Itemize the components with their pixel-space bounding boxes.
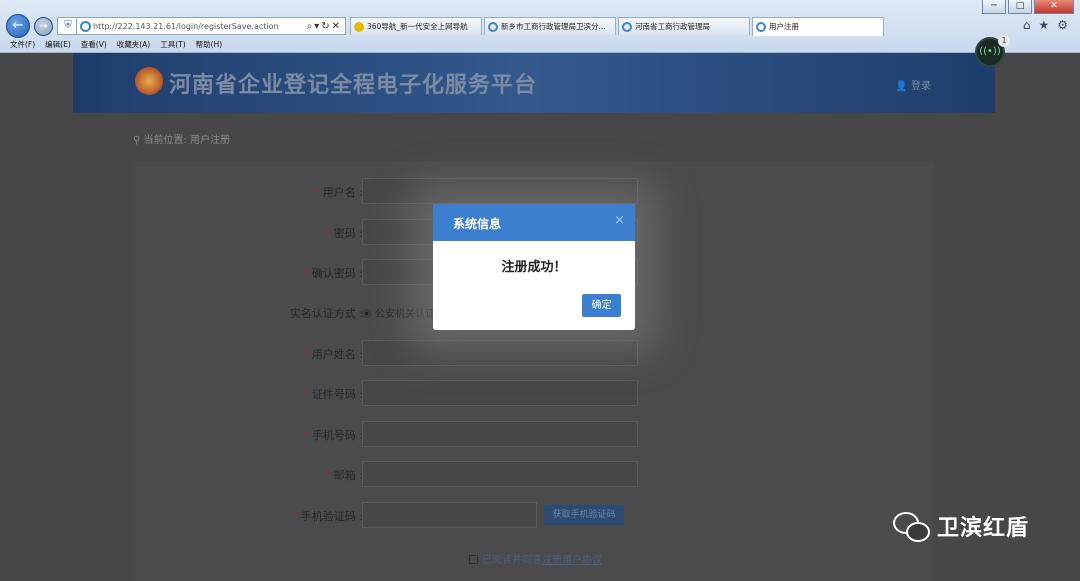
phone-input[interactable]	[362, 421, 638, 447]
dialog-message: 注册成功！	[501, 260, 567, 275]
dialog-header: 系统信息 ×	[433, 204, 635, 241]
radio-selected-icon	[362, 309, 371, 318]
address-tools[interactable]: ⌕▾↻✕	[307, 18, 342, 36]
site-header: 河南省企业登记全程电子化服务平台 👤 登录	[73, 53, 995, 113]
row-phone: * 手机号码 :	[133, 421, 653, 447]
menu-file[interactable]: 文件(F)	[10, 38, 35, 52]
wechat-icon	[893, 510, 931, 542]
password-label: 密码 :	[333, 227, 363, 240]
username-input[interactable]	[362, 178, 638, 204]
nav-buttons: ← → ⛨	[6, 14, 79, 38]
tab-360-nav[interactable]: 360导航_新一代安全上网导航	[350, 17, 482, 35]
username-label: 用户名 :	[322, 186, 363, 199]
close-window-button[interactable]: ✕	[1034, 0, 1074, 14]
site-title: 河南省企业登记全程电子化服务平台	[169, 73, 538, 98]
dialog-title: 系统信息	[453, 217, 502, 231]
tab-register[interactable]: 用户注册	[752, 17, 884, 36]
tab-xinxiang[interactable]: 新乡市工商行政管理局卫滨分...	[484, 17, 616, 35]
ie-icon	[756, 22, 766, 32]
system-info-dialog: 系统信息 × 注册成功！ 确定	[433, 204, 635, 330]
row-username: * 用户名 :	[133, 178, 653, 204]
confirm-button[interactable]: 确定	[582, 294, 621, 317]
agree-text: 已阅读并同意	[482, 555, 542, 566]
close-icon[interactable]: ×	[614, 213, 625, 228]
email-label: 邮箱 :	[333, 469, 363, 482]
tab-strip: 360导航_新一代安全上网导航 新乡市工商行政管理局卫滨分... 河南省工商行政…	[350, 17, 884, 36]
location-pin-icon: ⚲	[133, 135, 141, 146]
auth-method-label: 实名认证方式 :	[289, 307, 363, 320]
user-icon: 👤	[895, 81, 908, 92]
ie-icon	[488, 22, 498, 32]
watermark-text: 卫滨红盾	[937, 516, 1030, 541]
agree-checkbox[interactable]	[469, 555, 478, 564]
browser-chrome: ─ □ ✕ ← → ⛨ http://222.143.21.61/login/r…	[0, 0, 1080, 53]
auth-radio-police[interactable]: 公安机关认证	[362, 305, 435, 320]
id-number-input[interactable]	[362, 380, 638, 406]
emblem-icon	[135, 67, 163, 95]
maximize-button[interactable]: □	[1008, 0, 1032, 14]
menu-edit[interactable]: 编辑(E)	[45, 38, 71, 52]
home-icon[interactable]: ⌂	[1023, 18, 1031, 32]
forward-button[interactable]: →	[34, 16, 53, 36]
notification-badge: 1	[998, 35, 1010, 47]
confirm-password-label: 确认密码 :	[311, 267, 363, 280]
sms-code-input[interactable]	[362, 502, 537, 528]
minimize-button[interactable]: ─	[982, 0, 1006, 14]
star-icon[interactable]: ★	[1038, 18, 1049, 32]
row-id-number: * 证件号码 :	[133, 380, 653, 406]
gear-icon[interactable]: ⚙	[1057, 18, 1068, 32]
window-controls: ─ □ ✕	[982, 0, 1074, 14]
menu-favorites[interactable]: 收藏夹(A)	[117, 38, 150, 52]
real-name-input[interactable]	[362, 340, 638, 366]
menu-view[interactable]: 查看(V)	[81, 38, 107, 52]
tab-henan[interactable]: 河南省工商行政管理局	[618, 17, 750, 35]
row-email: * 邮箱 :	[133, 461, 653, 487]
menu-help[interactable]: 帮助(H)	[196, 38, 223, 52]
phone-label: 手机号码 :	[311, 429, 363, 442]
real-name-label: 用户姓名 :	[311, 348, 363, 361]
address-bar[interactable]: http://222.143.21.61/login/registerSave.…	[76, 17, 346, 35]
menu-tools[interactable]: 工具(T)	[160, 38, 185, 52]
sms-code-label: 手机验证码 :	[300, 510, 363, 523]
agreement: 已阅读并同意注册用户协议	[469, 551, 602, 566]
login-link[interactable]: 👤 登录	[895, 77, 931, 92]
ie-icon	[80, 21, 91, 32]
row-real-name: * 用户姓名 :	[133, 340, 653, 366]
360-icon	[354, 22, 364, 32]
row-sms-code: * 手机验证码 : 获取手机验证码	[133, 502, 653, 528]
breadcrumb: ⚲ 当前位置: 用户注册	[133, 135, 231, 146]
agreement-link[interactable]: 注册用户协议	[542, 555, 602, 566]
watermark: 卫滨红盾	[893, 510, 1029, 542]
browser-tools: ⌂ ★ ⚙	[1023, 18, 1068, 32]
email-input[interactable]	[362, 461, 638, 487]
address-text: http://222.143.21.61/login/registerSave.…	[93, 22, 279, 31]
id-number-label: 证件号码 :	[311, 388, 363, 401]
back-button[interactable]: ←	[6, 14, 30, 38]
menu-bar: 文件(F) 编辑(E) 查看(V) 收藏夹(A) 工具(T) 帮助(H)	[0, 38, 222, 52]
get-sms-code-button[interactable]: 获取手机验证码	[544, 505, 624, 525]
ie-icon	[622, 22, 632, 32]
